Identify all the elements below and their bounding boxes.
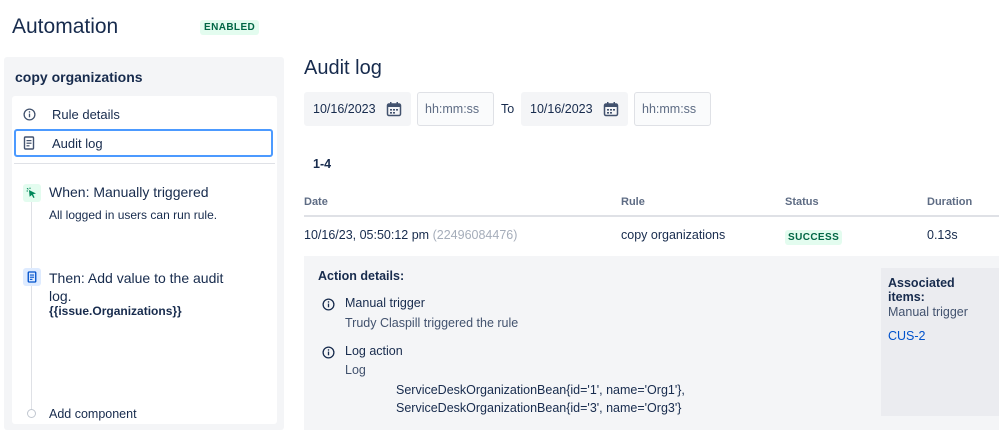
associated-items-panel: Associated items: Manual trigger CUS-2 — [881, 268, 999, 416]
log-line: ServiceDeskOrganizationBean{id='3', name… — [396, 401, 682, 415]
add-component-dot — [27, 409, 36, 418]
log-line: ServiceDeskOrganizationBean{id='1', name… — [396, 383, 685, 397]
trigger-step-title[interactable]: When: Manually triggered — [49, 184, 209, 200]
nav-item-rule-details[interactable]: Rule details — [14, 100, 273, 128]
nav-item-label: Audit log — [52, 135, 103, 151]
status-badge: ENABLED — [200, 20, 260, 35]
column-header-status: Status — [785, 196, 819, 208]
row-id: (22496084476) — [432, 228, 518, 242]
status-badge: SUCCESS — [785, 230, 843, 245]
row-duration: 0.13s — [927, 228, 958, 242]
to-time-input[interactable]: hh:mm:ss — [634, 92, 711, 126]
info-icon — [322, 298, 335, 311]
info-icon — [22, 107, 36, 121]
trigger-step-subtitle: All logged in users can run rule. — [49, 208, 218, 222]
column-header-rule: Rule — [621, 196, 645, 208]
associated-items-subtitle: Manual trigger — [888, 305, 968, 319]
divider — [14, 163, 275, 164]
cursor-click-icon — [23, 184, 41, 202]
action-step-title-line1[interactable]: Then: Add value to the audit — [49, 270, 223, 286]
action-details-panel: Action details: Manual trigger Trudy Cla… — [304, 256, 999, 430]
nav-item-label: Rule details — [52, 106, 120, 122]
detail-item-subtitle: Trudy Claspill triggered the rule — [345, 316, 519, 330]
app-title: Automation — [12, 15, 119, 38]
timeline-line — [31, 201, 32, 413]
detail-item-subtitle: Log — [345, 363, 366, 377]
row-rule: copy organizations — [621, 228, 726, 242]
row-date-cell: 10/16/23, 05:50:12 pm (22496084476) — [304, 228, 517, 242]
add-component-button[interactable]: Add component — [49, 407, 137, 421]
page-title: Audit log — [304, 57, 382, 79]
associated-items-title: Associated items: — [888, 276, 955, 304]
info-icon — [322, 346, 335, 359]
from-time-input[interactable]: hh:mm:ss — [417, 92, 494, 126]
action-step-value: {{issue.Organizations}} — [49, 304, 182, 318]
sidebar: copy organizations Rule details Audit lo… — [4, 57, 284, 430]
rule-name: copy organizations — [15, 69, 143, 85]
from-date-field[interactable]: 10/16/2023 — [304, 92, 411, 126]
action-details-title: Action details: — [318, 269, 405, 283]
calendar-icon[interactable] — [603, 101, 619, 117]
column-header-date: Date — [304, 196, 328, 208]
action-step-title-line2: log. — [49, 288, 72, 304]
calendar-icon[interactable] — [386, 101, 402, 117]
table-header-divider — [304, 215, 999, 217]
from-date-value: 10/16/2023 — [313, 102, 376, 116]
nav-item-audit-log[interactable]: Audit log — [14, 129, 273, 157]
column-header-duration: Duration — [927, 196, 973, 208]
row-date: 10/16/23, 05:50:12 pm — [304, 228, 430, 242]
document-icon — [23, 268, 41, 286]
to-date-value: 10/16/2023 — [530, 102, 593, 116]
document-icon — [22, 136, 36, 150]
detail-item-title: Log action — [345, 344, 403, 358]
issue-link[interactable]: CUS-2 — [888, 329, 992, 343]
detail-item-title: Manual trigger — [345, 296, 425, 310]
rule-nav-card: Rule details Audit log When: Manually tr… — [12, 96, 277, 424]
to-date-field[interactable]: 10/16/2023 — [521, 92, 628, 126]
to-label: To — [501, 102, 515, 116]
results-range: 1-4 — [313, 157, 332, 171]
